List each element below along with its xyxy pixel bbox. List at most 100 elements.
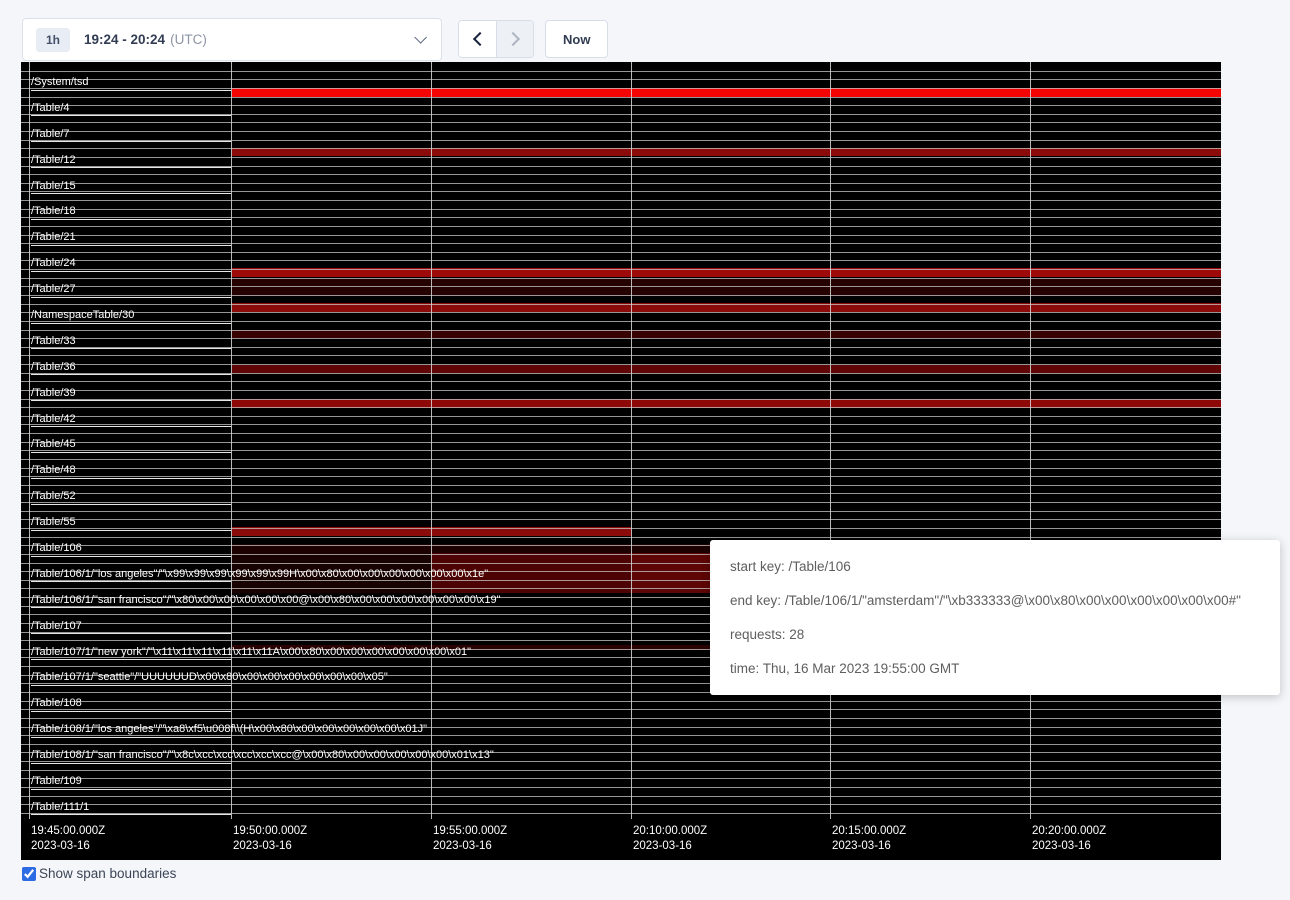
axis-date: 2023-03-16 [1032, 839, 1106, 854]
span-boundary-line [21, 122, 1221, 123]
span-boundary-line [21, 407, 1221, 408]
time-gridline [830, 62, 831, 819]
span-boundary-line [21, 105, 1221, 106]
axis-date: 2023-03-16 [633, 839, 707, 854]
span-boundary-line [21, 701, 1221, 702]
row-label: /Table/111/1 [31, 801, 89, 814]
span-boundary-line [21, 537, 1221, 538]
row-label: /Table/21 [31, 231, 76, 244]
axis-date: 2023-03-16 [832, 839, 906, 854]
span-boundary-line [21, 191, 1221, 192]
row-label-underline [31, 374, 231, 375]
row-label: /Table/45 [31, 438, 76, 451]
row-label-underline [31, 659, 231, 660]
row-label: /Table/107/1/"new york"/"\x11\x11\x11\x1… [31, 646, 471, 659]
span-boundary-line [21, 709, 1221, 710]
span-boundary-line [21, 157, 1221, 158]
x-axis-label: 19:45:00.000Z2023-03-16 [31, 824, 105, 853]
row-label: /Table/15 [31, 180, 76, 193]
span-boundary-line [21, 338, 1221, 339]
axis-time: 19:45:00.000Z [31, 824, 105, 839]
prev-range-button[interactable] [459, 21, 496, 57]
span-boundary-line [21, 131, 1221, 132]
row-label-underline [31, 115, 231, 116]
row-label: /Table/39 [31, 387, 76, 400]
span-boundary-line [21, 718, 1221, 719]
row-label: /Table/12 [31, 154, 76, 167]
tooltip-requests: requests: 28 [730, 627, 1260, 642]
span-boundary-line [21, 79, 1221, 80]
range-timezone: (UTC) [170, 32, 207, 47]
span-boundary-line [21, 304, 1221, 305]
time-gridline [29, 62, 30, 819]
row-label: /Table/33 [31, 335, 76, 348]
span-boundary-line [21, 183, 1221, 184]
row-label-underline [31, 426, 231, 427]
hot-range-band[interactable] [232, 88, 1221, 97]
span-boundary-line [21, 485, 1221, 486]
span-boundary-line [21, 468, 1221, 469]
axis-date: 2023-03-16 [31, 839, 105, 854]
time-gridline [231, 62, 232, 819]
hot-range-band[interactable] [232, 148, 1221, 156]
axis-time: 20:20:00.000Z [1032, 824, 1106, 839]
row-label-underline [31, 348, 231, 349]
row-label: /Table/24 [31, 257, 76, 270]
x-axis-label: 19:50:00.000Z2023-03-16 [233, 824, 307, 853]
row-label-underline [31, 452, 231, 453]
row-label: /Table/106/1/"los angeles"/"\x99\x99\x99… [31, 568, 488, 581]
span-boundary-line [21, 71, 1221, 72]
row-label: /Table/106/1/"san francisco"/"\x80\x00\x… [31, 594, 501, 607]
hot-range-band[interactable] [232, 365, 1221, 373]
span-boundary-line [21, 148, 1221, 149]
row-label-underline [31, 323, 231, 324]
range-duration-badge: 1h [36, 28, 70, 52]
row-label-underline [31, 297, 231, 298]
row-label: /Table/4 [31, 102, 70, 115]
axis-time: 19:50:00.000Z [233, 824, 307, 839]
time-gridline [431, 62, 432, 819]
axis-time: 20:10:00.000Z [633, 824, 707, 839]
tooltip-time: time: Thu, 16 Mar 2023 19:55:00 GMT [730, 661, 1260, 676]
hot-range-band[interactable] [232, 279, 1221, 296]
heatmap-canvas[interactable]: /System/tsd/Table/4/Table/7/Table/12/Tab… [21, 62, 1221, 860]
span-boundary-line [21, 442, 1221, 443]
range-text: 19:24 - 20:24 [84, 32, 165, 47]
time-nav-group [458, 20, 534, 58]
x-axis-label: 20:10:00.000Z2023-03-16 [633, 824, 707, 853]
row-label-underline [31, 763, 231, 764]
span-boundary-line [21, 519, 1221, 520]
span-boundaries-checkbox[interactable] [22, 867, 36, 881]
span-boundary-line [21, 174, 1221, 175]
row-label: /Table/106 [31, 542, 82, 555]
time-range-selector[interactable]: 1h 19:24 - 20:24 (UTC) [22, 18, 442, 61]
span-boundary-line [21, 796, 1221, 797]
span-boundaries-label: Show span boundaries [39, 866, 176, 881]
row-label-underline [31, 478, 231, 479]
chevron-right-icon [506, 32, 520, 46]
span-boundary-line [21, 200, 1221, 201]
span-boundary-line [21, 209, 1221, 210]
span-boundary-line [21, 778, 1221, 779]
now-button[interactable]: Now [545, 20, 608, 58]
row-label-underline [31, 633, 231, 634]
span-boundary-line [21, 260, 1221, 261]
span-boundary-line [21, 424, 1221, 425]
span-boundary-line [21, 278, 1221, 279]
row-label-underline [31, 245, 231, 246]
row-label: /Table/108 [31, 697, 82, 710]
span-boundary-line [21, 252, 1221, 253]
next-range-button[interactable] [496, 21, 533, 57]
hot-range-band[interactable] [232, 330, 1221, 338]
row-label-underline [31, 219, 231, 220]
chevron-down-icon [414, 31, 427, 44]
x-axis-label: 20:20:00.000Z2023-03-16 [1032, 824, 1106, 853]
span-boundary-line [21, 476, 1221, 477]
span-boundary-line [21, 511, 1221, 512]
row-label-underline [31, 504, 231, 505]
span-boundary-line [21, 286, 1221, 287]
row-label: /Table/7 [31, 128, 70, 141]
span-boundary-line [21, 364, 1221, 365]
row-label-underline [31, 90, 231, 91]
span-boundary-line [21, 381, 1221, 382]
